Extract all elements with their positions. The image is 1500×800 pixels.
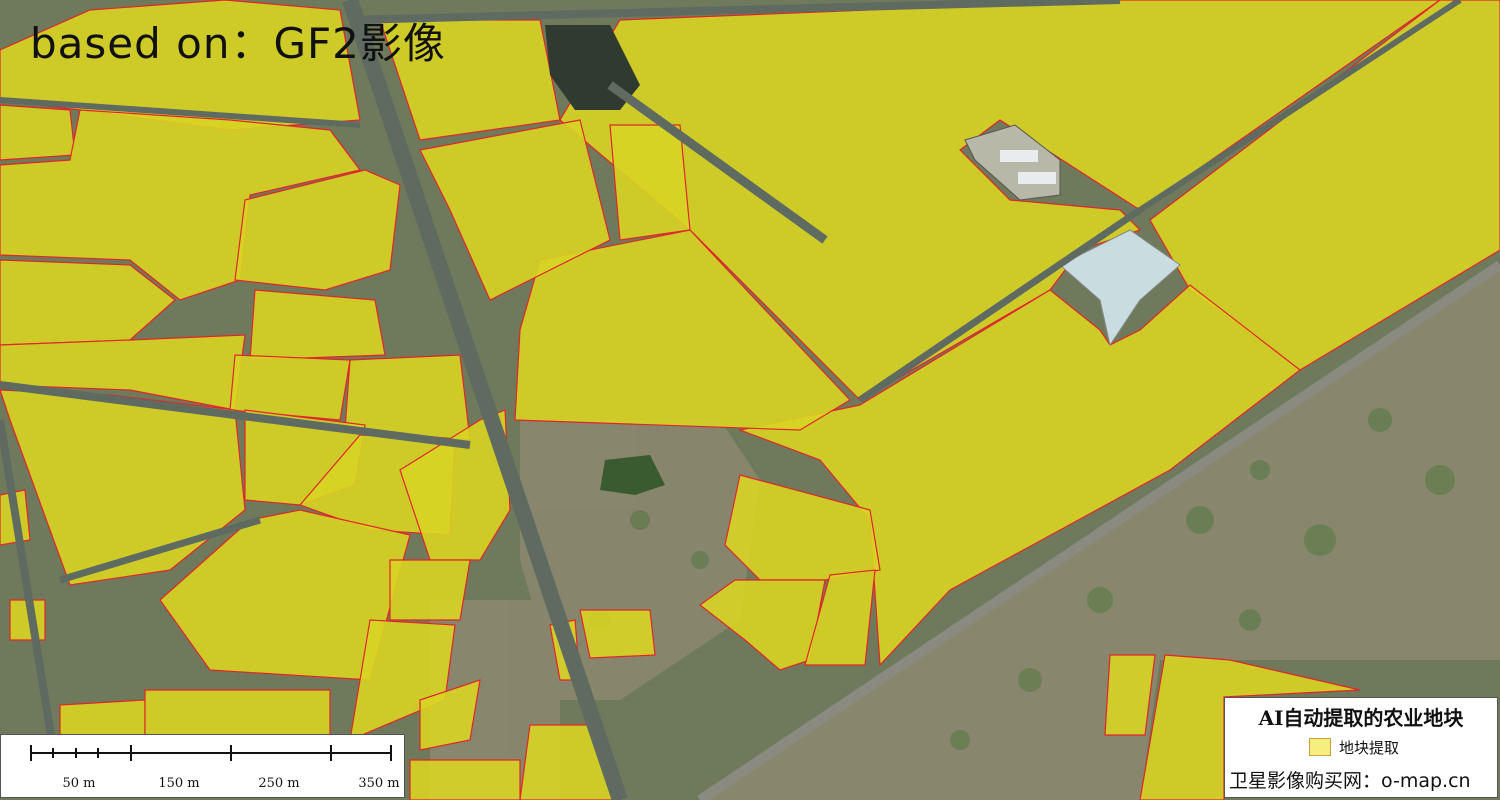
image-source-title: based on：GF2影像 [30, 19, 446, 68]
source-website-credit: 卫星影像购买网：o-map.cn [1229, 770, 1471, 792]
scale-tick-label: 250 m [258, 776, 299, 791]
legend-item-label: 地块提取 [1339, 738, 1400, 757]
map-legend: AI自动提取的农业地块 地块提取 卫星影像购买网：o-map.cn [1224, 697, 1498, 798]
field-parcel[interactable] [0, 104, 76, 161]
legend-item: 地块提取 [1309, 736, 1399, 758]
field-parcel[interactable] [144, 689, 331, 741]
legend-title: AI自动提取的农业地块 [1258, 706, 1464, 730]
scale-tick-label: 350 m [358, 776, 399, 791]
field-parcel[interactable] [389, 559, 471, 621]
scale-tick-label: 150 m [158, 776, 199, 791]
satellite-map[interactable] [0, 0, 1500, 800]
field-parcel[interactable] [249, 289, 386, 361]
legend-swatch [1309, 738, 1331, 756]
field-parcel[interactable] [609, 124, 691, 241]
field-parcel[interactable] [579, 609, 656, 659]
scale-bar: 50 m 150 m 250 m 350 m [0, 734, 405, 798]
field-parcel[interactable] [409, 759, 521, 800]
scale-tick-label: 50 m [62, 776, 95, 791]
